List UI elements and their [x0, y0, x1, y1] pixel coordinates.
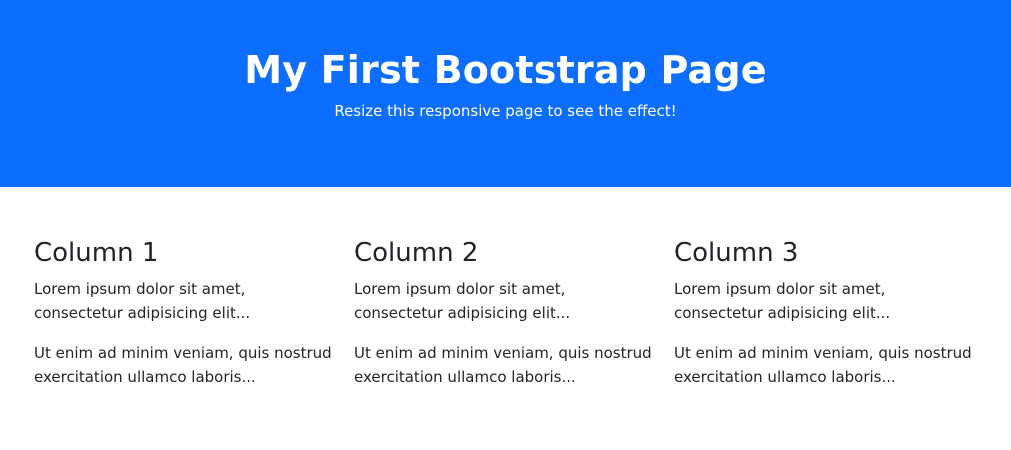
column-heading: Column 2 — [354, 238, 479, 268]
column-paragraph: Ut enim ad minim veniam, quis nostrud ex… — [354, 344, 652, 386]
page-title: My First Bootstrap Page — [244, 48, 767, 92]
column-paragraph: Lorem ipsum dolor sit amet, consectetur … — [34, 280, 251, 322]
column-2: Column 2 Lorem ipsum dolor sit amet, con… — [354, 237, 654, 389]
page-subtitle: Resize this responsive page to see the e… — [334, 102, 677, 120]
column-paragraph: Ut enim ad minim veniam, quis nostrud ex… — [34, 344, 332, 386]
column-paragraph: Lorem ipsum dolor sit amet, consectetur … — [354, 280, 571, 322]
column-paragraph: Lorem ipsum dolor sit amet, consectetur … — [674, 280, 891, 322]
column-3: Column 3 Lorem ipsum dolor sit amet, con… — [674, 237, 974, 389]
hero-banner: My First Bootstrap Page Resize this resp… — [0, 0, 1011, 187]
column-heading: Column 1 — [34, 238, 159, 268]
content-row: Column 1 Lorem ipsum dolor sit amet, con… — [0, 187, 1011, 450]
column-1: Column 1 Lorem ipsum dolor sit amet, con… — [34, 237, 334, 389]
column-heading: Column 3 — [674, 238, 799, 268]
column-paragraph: Ut enim ad minim veniam, quis nostrud ex… — [674, 344, 972, 386]
